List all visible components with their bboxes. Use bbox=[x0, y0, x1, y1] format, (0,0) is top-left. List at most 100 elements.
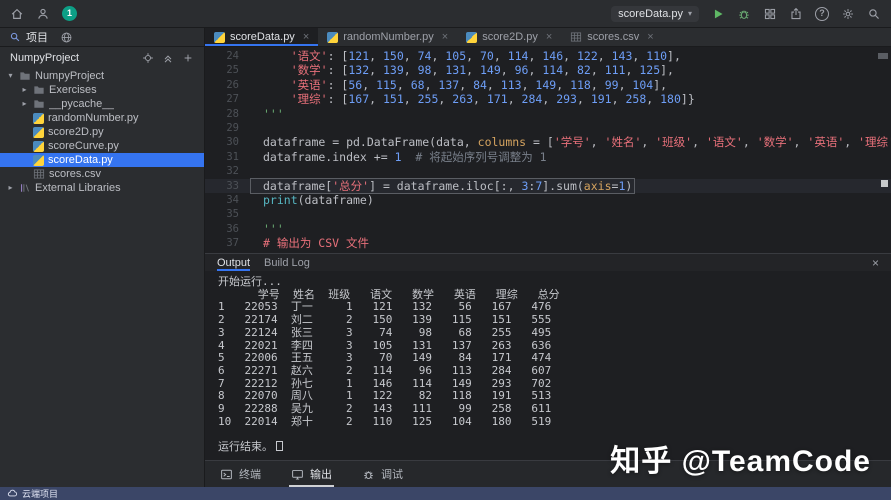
code-editor[interactable]: 24 '语文': [121, 150, 74, 105, 70, 114, 14… bbox=[205, 47, 891, 253]
tool-button-debug[interactable]: 调试 bbox=[360, 461, 405, 487]
code-line-29[interactable]: 29 bbox=[205, 121, 891, 135]
status-project-label[interactable]: 云端项目 bbox=[22, 487, 58, 500]
output-tab-build-log[interactable]: Build Log bbox=[264, 254, 310, 271]
tab-label: randomNumber.py bbox=[343, 31, 434, 43]
project-search-icon bbox=[9, 31, 21, 43]
globe-icon[interactable] bbox=[60, 31, 73, 44]
library-icon bbox=[19, 182, 31, 194]
add-icon[interactable] bbox=[182, 52, 194, 64]
chevron-icon: ▸ bbox=[22, 99, 27, 108]
project-panel-actions bbox=[142, 52, 194, 64]
line-number: 28 bbox=[226, 107, 239, 120]
console-output[interactable]: 开始运行... 学号 姓名 班级 语文 数学 英语 理综 总分 1 22053 丁… bbox=[205, 271, 891, 460]
console-line: 6 22271 赵六 2 114 96 113 284 607 bbox=[218, 363, 552, 377]
project-tool-tab[interactable]: 项目 bbox=[9, 28, 48, 46]
terminal-cursor bbox=[276, 441, 283, 452]
code-line-24[interactable]: 24 '语文': [121, 150, 74, 105, 70, 114, 14… bbox=[205, 49, 891, 63]
share-button[interactable] bbox=[789, 7, 803, 21]
run-configuration-label: scoreData.py bbox=[618, 7, 683, 20]
code-line-34[interactable]: 34 print(dataframe) bbox=[205, 193, 891, 207]
editor-tab-scores-csv[interactable]: scores.csv × bbox=[561, 28, 662, 46]
project-tree: ▾ NumpyProject ▸ Exercises ▸ __pycache__ rando… bbox=[0, 69, 204, 487]
main-menu-icon[interactable] bbox=[10, 7, 24, 21]
tree-item-randomnumber-py[interactable]: randomNumber.py bbox=[0, 111, 204, 125]
code-text: print(dataframe) bbox=[263, 192, 374, 207]
settings-icon[interactable] bbox=[841, 7, 855, 21]
console-line: 开始运行... bbox=[218, 275, 282, 288]
python-icon bbox=[33, 126, 44, 138]
code-line-33[interactable]: 33 dataframe['总分'] = dataframe.iloc[:, 3:… bbox=[205, 177, 891, 194]
code-line-27[interactable]: 27 '理综': [167, 151, 255, 263, 171, 284, … bbox=[205, 92, 891, 106]
code-line-36[interactable]: 36 ''' bbox=[205, 222, 891, 236]
tree-item-external-libraries[interactable]: ▸ External Libraries bbox=[0, 181, 204, 195]
close-icon[interactable]: × bbox=[546, 31, 552, 43]
close-icon[interactable]: × bbox=[442, 31, 448, 43]
tree-item-label: Exercises bbox=[49, 84, 97, 96]
tab-label: score2D.py bbox=[482, 31, 538, 43]
code-text: '数学': [132, 139, 98, 131, 149, 96, 114, … bbox=[290, 63, 674, 78]
editor-tab-randomnumber-py[interactable]: randomNumber.py × bbox=[318, 28, 457, 46]
editor-tab-scoredata-py[interactable]: scoreData.py × bbox=[205, 28, 319, 46]
line-number: 26 bbox=[226, 78, 239, 91]
output-tab-output[interactable]: Output bbox=[217, 254, 250, 271]
inspections-widget[interactable] bbox=[878, 53, 888, 59]
tool-button-label: 调试 bbox=[381, 469, 403, 481]
code-line-31[interactable]: 31 dataframe.index += 1 # 将起始序列号调整为 1 bbox=[205, 150, 891, 164]
project-name: NumpyProject bbox=[10, 52, 80, 64]
collapse-all-icon[interactable] bbox=[162, 52, 174, 64]
tree-item-score2d-py[interactable]: score2D.py bbox=[0, 125, 204, 139]
line-number: 33 bbox=[226, 179, 239, 192]
tool-button-terminal[interactable]: 终端 bbox=[218, 461, 263, 487]
tree-item-exercises[interactable]: ▸ Exercises bbox=[0, 83, 204, 97]
console-line: 2 22174 刘二 2 150 139 115 151 555 bbox=[218, 313, 552, 327]
python-icon bbox=[33, 112, 44, 124]
csv-icon bbox=[33, 168, 45, 180]
line-number: 24 bbox=[226, 50, 239, 62]
close-icon[interactable]: × bbox=[872, 257, 879, 269]
tree-item-scoredata-py[interactable]: scoreData.py bbox=[0, 153, 204, 167]
editor-tab-score2d-py[interactable]: score2D.py × bbox=[457, 28, 561, 46]
code-line-25[interactable]: 25 '数学': [132, 139, 98, 131, 149, 96, 11… bbox=[205, 63, 891, 77]
code-text: dataframe = pd.DataFrame(data, columns =… bbox=[263, 135, 891, 150]
editor-tabs: scoreData.py × randomNumber.py × score2D.py ×… bbox=[205, 28, 891, 47]
tree-item-pycache[interactable]: ▸ __pycache__ bbox=[0, 97, 204, 111]
project-panel-header: NumpyProject bbox=[0, 47, 204, 69]
line-number: 31 bbox=[226, 150, 239, 163]
output-tabs: Output Build Log bbox=[217, 254, 310, 271]
tree-item-label: __pycache__ bbox=[49, 98, 115, 110]
code-line-37[interactable]: 37 # 输出为 CSV 文件 bbox=[205, 236, 891, 250]
python-icon bbox=[33, 154, 44, 166]
close-icon[interactable]: × bbox=[647, 31, 653, 43]
code-line-26[interactable]: 26 '英语': [56, 115, 68, 137, 84, 113, 149… bbox=[205, 78, 891, 92]
tree-item-scores-csv[interactable]: scores.csv bbox=[0, 167, 204, 181]
line-number: 36 bbox=[226, 222, 239, 235]
run-button[interactable] bbox=[711, 7, 725, 21]
profiler-button[interactable] bbox=[763, 7, 777, 21]
tab-label: scores.csv bbox=[587, 31, 640, 43]
cloud-icon bbox=[7, 488, 18, 499]
collaboration-badge[interactable]: 1 bbox=[62, 6, 77, 21]
code-line-35[interactable]: 35 bbox=[205, 207, 891, 221]
scrollbar-thumb[interactable] bbox=[881, 180, 888, 187]
locate-file-icon[interactable] bbox=[142, 52, 154, 64]
close-icon[interactable]: × bbox=[303, 31, 309, 43]
tree-item-numpyproject[interactable]: ▾ NumpyProject bbox=[0, 69, 204, 83]
user-icon[interactable] bbox=[36, 7, 50, 21]
tool-button-output[interactable]: 输出 bbox=[289, 461, 334, 487]
terminal-icon bbox=[220, 468, 233, 481]
folder-icon bbox=[33, 84, 45, 96]
tool-button-label: 终端 bbox=[239, 469, 261, 481]
search-icon[interactable] bbox=[867, 7, 881, 21]
code-text: '语文': [121, 150, 74, 105, 70, 114, 146, … bbox=[290, 49, 681, 63]
code-text: ''' bbox=[263, 106, 284, 121]
run-configuration-select[interactable]: scoreData.py ▾ bbox=[611, 5, 699, 22]
help-icon[interactable]: ? bbox=[815, 6, 829, 21]
code-line-32[interactable]: 32 bbox=[205, 164, 891, 178]
code-line-28[interactable]: 28 ''' bbox=[205, 107, 891, 121]
watermark: 知乎 @TeamCode bbox=[610, 445, 871, 478]
tree-item-scorecurve-py[interactable]: scoreCurve.py bbox=[0, 139, 204, 153]
tree-item-label: NumpyProject bbox=[35, 70, 105, 82]
debug-button[interactable] bbox=[737, 7, 751, 21]
code-line-30[interactable]: 30 dataframe = pd.DataFrame(data, columns… bbox=[205, 135, 891, 149]
